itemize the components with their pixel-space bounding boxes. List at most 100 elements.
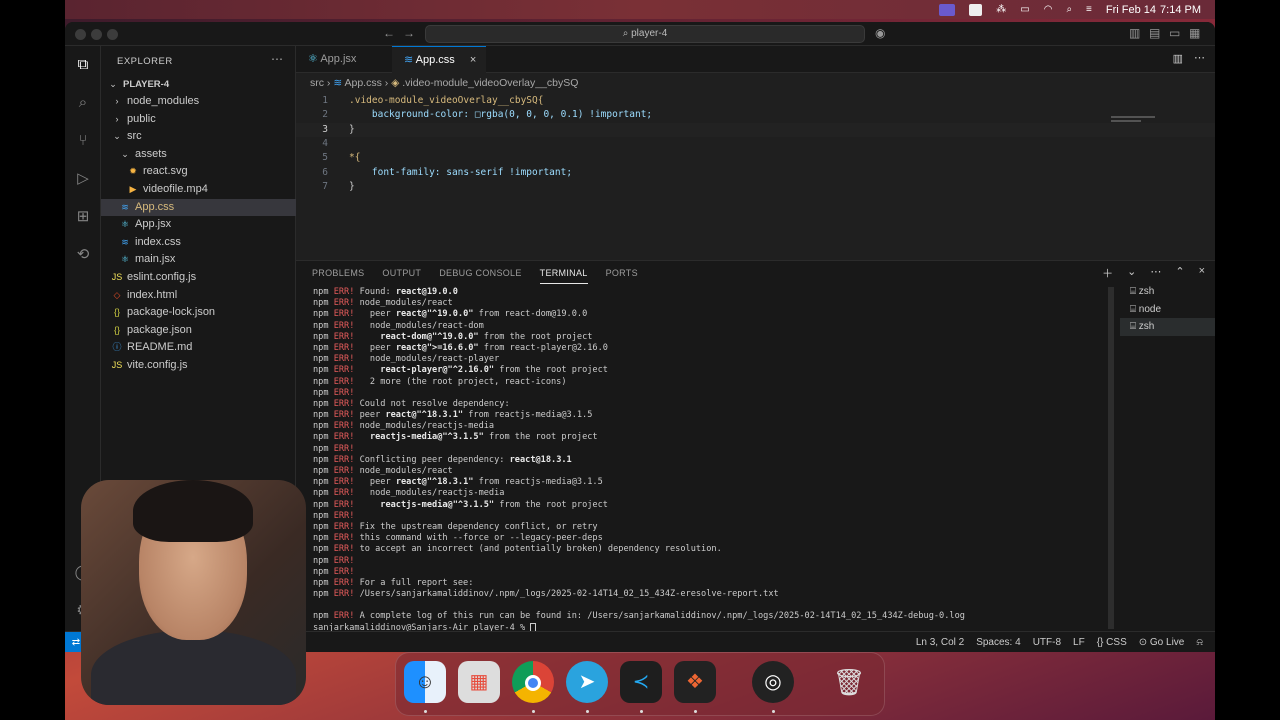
minimap[interactable]: [1111, 116, 1155, 124]
tree-item[interactable]: › public: [101, 111, 296, 128]
wifi-icon[interactable]: ◠: [1044, 4, 1053, 15]
tab-ports[interactable]: PORTS: [606, 268, 638, 284]
encoding[interactable]: UTF-8: [1033, 637, 1061, 648]
run-debug-icon[interactable]: ▷: [74, 170, 92, 188]
error-tag: ERR!: [333, 376, 355, 387]
tree-item-label: assets: [135, 147, 167, 160]
terminal-tab-zsh[interactable]: ⌸ zsh: [1120, 283, 1215, 301]
tab-output[interactable]: OUTPUT: [382, 268, 421, 284]
tab-debug-console[interactable]: DEBUG CONSOLE: [439, 268, 521, 284]
search-icon[interactable]: ⌕: [74, 94, 92, 112]
code-line[interactable]: }: [349, 123, 355, 137]
command-center-search[interactable]: ⌕ player-4: [425, 25, 865, 43]
code-line[interactable]: font-family: sans-serif !important;: [349, 166, 572, 180]
control-center-icon[interactable]: ≡: [1086, 4, 1092, 15]
end-of-line[interactable]: LF: [1073, 637, 1085, 648]
tree-item[interactable]: ⓘ README.md: [101, 339, 296, 356]
code-line[interactable]: }: [349, 180, 355, 194]
close-window-button[interactable]: [75, 29, 86, 40]
terminal-output[interactable]: npm ERR! Found: react@19.0.0 npm ERR! nod…: [313, 287, 1103, 637]
code-line[interactable]: *{: [349, 151, 360, 165]
source-control-icon[interactable]: ⑂: [74, 132, 92, 150]
code-line[interactable]: .video-module_videoOverlay__cbySQ{: [349, 94, 543, 108]
go-live-button[interactable]: ⊙ Go Live: [1139, 637, 1185, 648]
terminal-line: npm ERR! peer react@"^19.0.0" from react…: [313, 309, 1103, 320]
tab-app-jsx[interactable]: ⚛ App.jsx: [296, 46, 392, 73]
minimize-window-button[interactable]: [91, 29, 102, 40]
back-arrow-icon[interactable]: ←: [383, 26, 395, 40]
telegram-icon[interactable]: ➤: [566, 661, 608, 703]
more-actions-icon[interactable]: ⋯: [1150, 265, 1161, 281]
tree-item[interactable]: ≋ index.css: [101, 234, 296, 251]
language-mode[interactable]: {} CSS: [1097, 637, 1127, 648]
tab-problems[interactable]: PROBLEMS: [312, 268, 364, 284]
vscode-icon[interactable]: ≺: [620, 661, 662, 703]
tree-item[interactable]: ⚛ App.jsx: [101, 216, 296, 233]
project-root[interactable]: ⌄ PLAYER-4: [101, 76, 296, 93]
close-icon[interactable]: ×: [470, 54, 476, 66]
more-actions-icon[interactable]: ⋯: [271, 52, 283, 66]
indentation[interactable]: Spaces: 4: [976, 637, 1020, 648]
trash-icon[interactable]: 🗑: [828, 661, 870, 703]
extensions-icon[interactable]: ⊞: [74, 208, 92, 226]
menubar-date[interactable]: Fri Feb 14: [1106, 4, 1156, 16]
tree-item[interactable]: {} package-lock.json: [101, 304, 296, 321]
menubar-time[interactable]: 7:14 PM: [1160, 4, 1201, 16]
tree-item[interactable]: ⌄ assets: [101, 146, 296, 163]
tree-item-label: eslint.config.js: [127, 271, 197, 283]
customize-layout-icon[interactable]: ▦: [1189, 26, 1200, 40]
notifications-bell-icon[interactable]: ⍾: [1196, 637, 1203, 648]
tree-item[interactable]: ✹ react.svg: [101, 163, 296, 180]
breadcrumb-folder[interactable]: src: [310, 77, 324, 89]
explorer-icon[interactable]: ⧉: [74, 56, 92, 74]
copilot-icon[interactable]: ◉: [875, 26, 885, 40]
tab-terminal[interactable]: TERMINAL: [539, 268, 588, 284]
tree-item[interactable]: JS eslint.config.js: [101, 269, 296, 286]
maximize-panel-icon[interactable]: ⌃: [1175, 265, 1184, 281]
tab-app-css[interactable]: ≋ App.css ×: [392, 46, 486, 73]
terminal-tab-node[interactable]: ⌸ node: [1120, 301, 1215, 319]
error-tag: ERR!: [333, 342, 355, 353]
go-live-label: Go Live: [1149, 637, 1185, 648]
terminal-prefix: npm: [313, 421, 334, 432]
terminal-line: npm ERR! reactjs-media@"^3.1.5" from the…: [313, 432, 1103, 443]
obs-icon[interactable]: ◎: [752, 661, 794, 703]
input-source-icon[interactable]: [969, 3, 983, 16]
tree-item[interactable]: ▶ videofile.mp4: [101, 181, 296, 198]
chevron-down-icon[interactable]: ⌄: [1127, 265, 1136, 281]
davinci-resolve-icon[interactable]: ❖: [674, 661, 716, 703]
code-line[interactable]: background-color: □rgba(0, 0, 0, 0.1) !i…: [349, 108, 652, 122]
launchpad-icon[interactable]: ▦: [458, 661, 500, 703]
split-editor-icon[interactable]: ▥: [1173, 52, 1183, 65]
tree-item[interactable]: ⚛ main.jsx: [101, 251, 296, 268]
zoom-window-button[interactable]: [107, 29, 118, 40]
terminal-line: npm ERR! react-dom@"^19.0.0" from the ro…: [313, 332, 1103, 343]
chrome-icon[interactable]: [512, 661, 554, 703]
new-terminal-icon[interactable]: ＋: [1102, 265, 1113, 281]
search-icon[interactable]: ⌕: [1066, 4, 1072, 15]
more-actions-icon[interactable]: ⋯: [1194, 51, 1205, 64]
remote-explorer-icon[interactable]: ⟲: [74, 246, 92, 264]
breadcrumb-symbol[interactable]: .video-module_videoOverlay__cbySQ: [402, 77, 578, 89]
close-panel-icon[interactable]: ×: [1199, 265, 1205, 281]
terminal-scrollbar[interactable]: [1108, 287, 1114, 629]
battery-icon[interactable]: ▭: [1020, 4, 1029, 15]
tree-item[interactable]: JS vite.config.js: [101, 357, 296, 374]
finder-icon[interactable]: ☺: [404, 661, 446, 703]
tree-item[interactable]: › node_modules: [101, 93, 296, 110]
tree-item[interactable]: ◇ index.html: [101, 287, 296, 304]
tree-item[interactable]: {} package.json: [101, 322, 296, 339]
terminal-list: ⌸ zsh ⌸ node ⌸ zsh: [1120, 283, 1215, 336]
breadcrumb-file[interactable]: App.css: [344, 77, 381, 89]
tree-item[interactable]: ⌄ src: [101, 128, 296, 145]
tree-item[interactable]: ≋ App.css: [101, 198, 296, 216]
toggle-panel-icon[interactable]: ▭: [1169, 26, 1180, 40]
terminal-tab-zsh-active[interactable]: ⌸ zsh: [1120, 318, 1215, 336]
control-icon[interactable]: ⁂: [996, 4, 1006, 15]
toggle-secondary-sidebar-icon[interactable]: ▤: [1149, 26, 1160, 40]
screen-share-icon[interactable]: [939, 3, 956, 16]
forward-arrow-icon[interactable]: →: [403, 26, 415, 40]
toggle-sidebar-icon[interactable]: ▥: [1129, 26, 1140, 40]
cursor-position[interactable]: Ln 3, Col 2: [916, 637, 964, 648]
